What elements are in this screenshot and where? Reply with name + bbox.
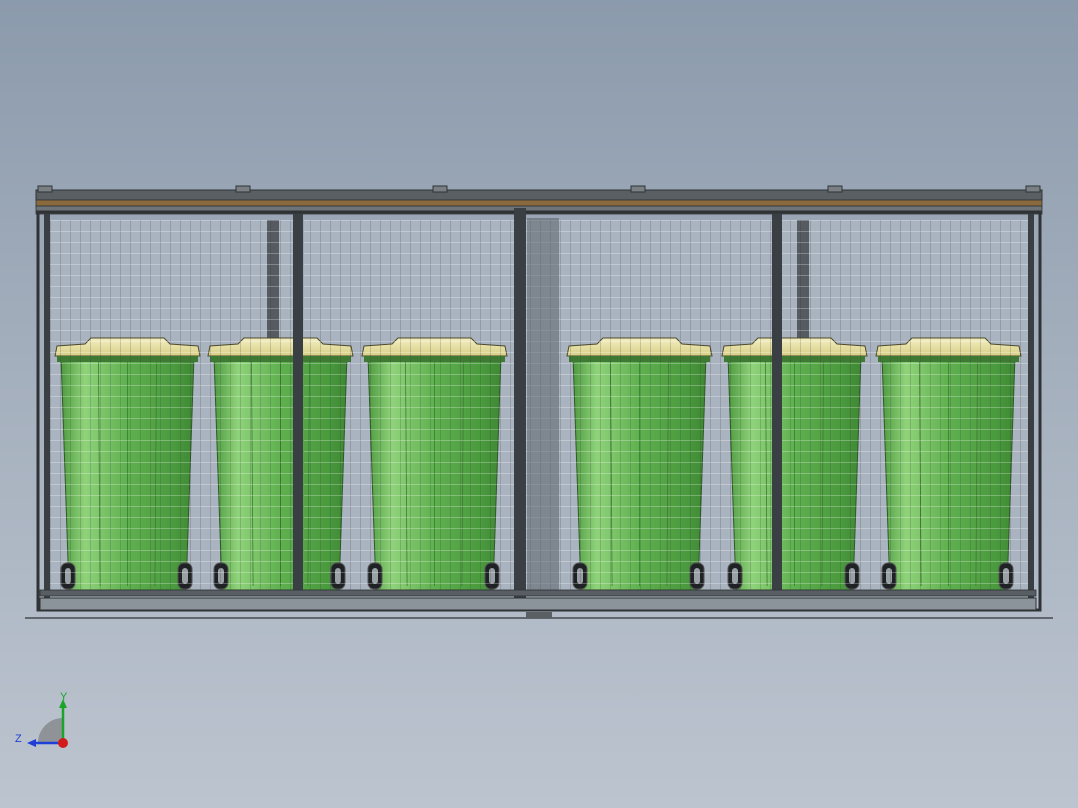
top-rail: [35, 185, 1043, 215]
bin-enclosure-model[interactable]: [25, 185, 1053, 619]
triad-arc: [38, 718, 63, 743]
x-axis-dot: [58, 738, 68, 748]
bottom-rail: [39, 589, 1037, 618]
z-axis-label: Z: [15, 733, 22, 745]
y-axis-label: Y: [60, 691, 68, 703]
cad-viewport[interactable]: Y Z: [0, 0, 1078, 808]
orientation-triad[interactable]: Y Z: [15, 691, 68, 748]
